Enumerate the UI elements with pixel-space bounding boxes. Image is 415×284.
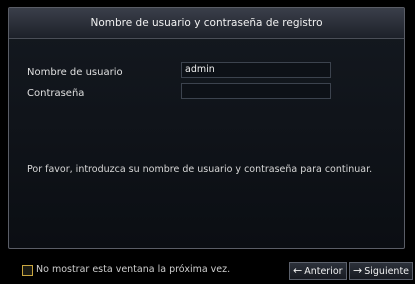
previous-button-label: Anterior xyxy=(304,266,343,277)
login-dialog: Nombre de usuario y contraseña de regist… xyxy=(8,7,405,249)
footer-bar: No mostrar esta ventana la próxima vez. … xyxy=(8,258,413,282)
password-label: Contraseña xyxy=(27,88,85,99)
previous-button[interactable]: ← Anterior xyxy=(289,262,347,280)
arrow-right-icon: → xyxy=(353,264,363,277)
next-button-label: Siguiente xyxy=(364,266,410,277)
username-label: Nombre de usuario xyxy=(27,67,123,78)
username-field[interactable]: admin xyxy=(181,62,331,78)
instruction-message: Por favor, introduzca su nombre de usuar… xyxy=(27,164,373,175)
dont-show-checkbox[interactable] xyxy=(22,265,33,276)
next-button[interactable]: → Siguiente xyxy=(349,262,413,280)
arrow-left-icon: ← xyxy=(293,264,303,277)
dialog-title: Nombre de usuario y contraseña de regist… xyxy=(9,8,404,39)
password-field[interactable] xyxy=(181,83,331,99)
dont-show-label: No mostrar esta ventana la próxima vez. xyxy=(36,264,231,275)
